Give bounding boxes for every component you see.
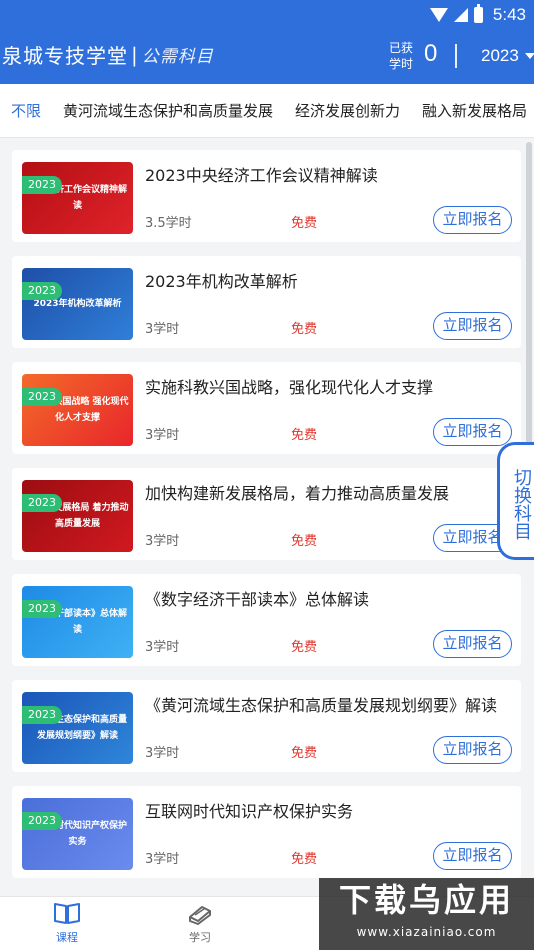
battery-icon (473, 4, 483, 23)
enroll-button[interactable]: 立即报名 (433, 736, 512, 764)
enroll-button[interactable]: 立即报名 (433, 312, 512, 340)
course-card[interactable]: 构建新发展格局 着力推动高质量发展 2023 加快构建新发展格局，着力推动高质量… (12, 468, 521, 560)
year-badge: 2023 (22, 388, 62, 406)
header-divider (455, 44, 457, 68)
course-hours: 3.5学时 (145, 216, 192, 231)
app-header: 5:43 泉城专技学堂 | 公需科目 已获学时 0 2023 (0, 0, 534, 84)
course-thumbnail: 河流域生态保护和高质量发展规划纲要》解读 2023 (22, 692, 133, 764)
year-badge: 2023 (22, 176, 62, 194)
course-card[interactable]: 中央经济工作会议精神解读 2023 2023中央经济工作会议精神解读 3.5学时… (12, 150, 521, 242)
watermark: 下载乌应用 www.xiazainiao.com (319, 878, 534, 950)
course-title: 互联网时代知识产权保护实务 (145, 802, 354, 821)
enroll-button[interactable]: 立即报名 (433, 206, 512, 234)
book-icon (54, 903, 80, 924)
year-select-value: 2023 (481, 46, 519, 65)
course-price: 免费 (291, 852, 318, 867)
tab-new-development[interactable]: 融入新发展格局 (411, 100, 534, 121)
course-price: 免费 (291, 216, 318, 231)
course-price: 免费 (291, 746, 318, 761)
switch-subject-button[interactable]: 切换科目 (497, 442, 534, 560)
course-card[interactable]: 施科教兴国战略 强化现代化人才支撑 2023 实施科教兴国战略，强化现代化人才支… (12, 362, 521, 454)
course-title: 《黄河流域生态保护和高质量发展规划纲要》解读 (145, 696, 498, 715)
course-hours: 3学时 (145, 852, 180, 867)
app-brand: 泉城专技学堂 | 公需科目 (2, 40, 214, 69)
earned-hours-label: 已获学时 (388, 41, 413, 71)
year-badge: 2023 (22, 282, 62, 300)
brand-name: 泉城专技学堂 (2, 44, 128, 68)
course-hours: 3学时 (145, 322, 180, 337)
course-price: 免费 (291, 322, 318, 337)
course-price: 免费 (291, 534, 318, 549)
enroll-button[interactable]: 立即报名 (433, 842, 512, 870)
brand-separator: | (131, 42, 139, 67)
status-time: 5:43 (492, 5, 526, 24)
year-badge: 2023 (22, 600, 62, 618)
course-card[interactable]: 2023年机构改革解析 2023 2023年机构改革解析 3学时 免费 立即报名 (12, 256, 521, 348)
brand-subtitle: 公需科目 (141, 47, 214, 67)
enroll-button[interactable]: 立即报名 (433, 418, 512, 446)
tab-economic-innovation[interactable]: 经济发展创新力 (284, 100, 411, 121)
course-hours: 3学时 (145, 746, 180, 761)
tab-yellow-river[interactable]: 黄河流域生态保护和高质量发展 (52, 100, 284, 121)
watermark-title: 下载乌应用 (338, 881, 514, 919)
course-title: 2023年机构改革解析 (145, 272, 298, 291)
course-thumbnail: 2023年机构改革解析 2023 (22, 268, 133, 340)
year-select[interactable]: 2023 (481, 46, 534, 66)
course-hours: 3学时 (145, 640, 180, 655)
nav-study[interactable]: 学习 (170, 901, 230, 945)
nav-courses[interactable]: 课程 (37, 901, 97, 945)
enroll-button[interactable]: 立即报名 (433, 630, 512, 658)
course-title: 实施科教兴国战略，强化现代化人才支撑 (145, 378, 434, 397)
course-thumbnail: 字经济干部读本》总体解读 2023 (22, 586, 133, 658)
year-badge: 2023 (22, 706, 62, 724)
course-title: 加快构建新发展格局，着力推动高质量发展 (145, 484, 450, 503)
course-title: 2023中央经济工作会议精神解读 (145, 166, 378, 185)
course-card[interactable]: 河流域生态保护和高质量发展规划纲要》解读 2023 《黄河流域生态保护和高质量发… (12, 680, 521, 772)
course-hours: 3学时 (145, 428, 180, 443)
course-price: 免费 (291, 640, 318, 655)
course-thumbnail: 中央经济工作会议精神解读 2023 (22, 162, 133, 234)
wifi-icon (429, 8, 448, 22)
books-stack-icon (189, 906, 211, 925)
signal-icon (453, 8, 468, 22)
tab-all[interactable]: 不限 (0, 100, 52, 121)
nav-label: 课程 (56, 931, 78, 944)
course-title: 《数字经济干部读本》总体解读 (145, 590, 370, 609)
status-bar: 5:43 (429, 2, 526, 28)
nav-label: 学习 (189, 931, 211, 944)
watermark-url: www.xiazainiao.com (356, 925, 497, 939)
category-tabs: 不限 黄河流域生态保护和高质量发展 经济发展创新力 融入新发展格局 (0, 84, 534, 138)
chevron-down-icon (524, 53, 534, 59)
course-price: 免费 (291, 428, 318, 443)
course-card[interactable]: 互联网时代知识产权保护实务 2023 互联网时代知识产权保护实务 3学时 免费 … (12, 786, 521, 878)
course-thumbnail: 施科教兴国战略 强化现代化人才支撑 2023 (22, 374, 133, 446)
year-badge: 2023 (22, 494, 62, 512)
earned-hours-value: 0 (424, 40, 438, 67)
course-thumbnail: 构建新发展格局 着力推动高质量发展 2023 (22, 480, 133, 552)
course-card[interactable]: 字经济干部读本》总体解读 2023 《数字经济干部读本》总体解读 3学时 免费 … (12, 574, 521, 666)
course-thumbnail: 互联网时代知识产权保护实务 2023 (22, 798, 133, 870)
year-badge: 2023 (22, 812, 62, 830)
course-hours: 3学时 (145, 534, 180, 549)
scrollbar[interactable] (526, 142, 532, 454)
